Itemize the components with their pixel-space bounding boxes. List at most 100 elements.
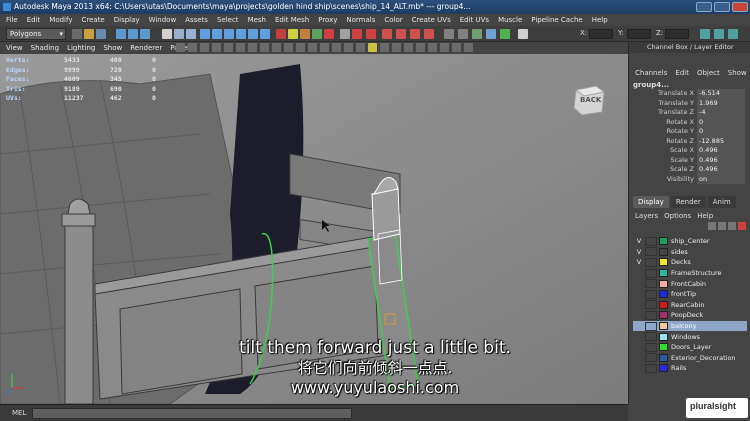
layer-row[interactable]: Doors_Layer bbox=[633, 342, 747, 353]
minimize-button[interactable] bbox=[696, 2, 712, 12]
ipr-render-icon[interactable] bbox=[396, 29, 406, 39]
film-gate-icon[interactable] bbox=[248, 43, 257, 52]
field-chart-icon[interactable] bbox=[284, 43, 293, 52]
z-coordinate-field[interactable] bbox=[665, 29, 689, 39]
tool-settings-toggle-icon[interactable] bbox=[458, 29, 468, 39]
menu-edit-mesh[interactable]: Edit Mesh bbox=[275, 14, 309, 26]
layer-row[interactable]: balcony bbox=[633, 320, 747, 332]
layer-playback-toggle[interactable] bbox=[645, 268, 657, 278]
select-object-icon[interactable] bbox=[128, 29, 138, 39]
layer-row[interactable]: frontTip bbox=[633, 289, 747, 300]
output-ops-icon[interactable] bbox=[352, 29, 362, 39]
layer-row[interactable]: V Decks bbox=[633, 257, 747, 268]
layer-color-swatch[interactable] bbox=[659, 300, 668, 309]
mask-rendering-icon[interactable] bbox=[248, 29, 258, 39]
menu-display[interactable]: Display bbox=[114, 14, 140, 26]
attr-rotate-x[interactable]: Rotate X0 bbox=[629, 117, 750, 127]
layer-menu-options[interactable]: Options bbox=[664, 210, 691, 222]
modeling-toolkit-icon[interactable] bbox=[472, 29, 482, 39]
layer-menu-help[interactable]: Help bbox=[697, 210, 713, 222]
attribute-editor-toggle-icon[interactable] bbox=[444, 29, 454, 39]
menu-create[interactable]: Create bbox=[81, 14, 104, 26]
menu-window[interactable]: Window bbox=[149, 14, 177, 26]
layer-row[interactable]: RearCabin bbox=[633, 300, 747, 311]
motion-blur-icon[interactable] bbox=[404, 43, 413, 52]
layer-color-swatch[interactable] bbox=[659, 322, 668, 331]
select-component-icon[interactable] bbox=[140, 29, 150, 39]
menu-mesh[interactable]: Mesh bbox=[248, 14, 266, 26]
layer-visibility-toggle[interactable]: V bbox=[633, 258, 645, 266]
layer-playback-toggle[interactable] bbox=[645, 257, 657, 267]
layer-color-swatch[interactable] bbox=[659, 258, 668, 267]
open-scene-icon[interactable] bbox=[84, 29, 94, 39]
menu-muscle[interactable]: Muscle bbox=[498, 14, 522, 26]
layer-menu-layers[interactable]: Layers bbox=[635, 210, 658, 222]
layer-row[interactable]: Windows bbox=[633, 331, 747, 342]
tab-anim[interactable]: Anim bbox=[707, 196, 736, 208]
layer-playback-toggle[interactable] bbox=[645, 353, 657, 363]
layer-playback-toggle[interactable] bbox=[645, 236, 657, 246]
resolution-gate-icon[interactable] bbox=[260, 43, 269, 52]
camera-attributes-icon[interactable] bbox=[188, 43, 197, 52]
selected-object-name[interactable]: group4... bbox=[629, 81, 750, 89]
layer-color-swatch[interactable] bbox=[659, 269, 668, 278]
construction-history-icon[interactable] bbox=[366, 29, 376, 39]
menu-modify[interactable]: Modify bbox=[49, 14, 72, 26]
menu-color[interactable]: Color bbox=[384, 14, 402, 26]
layer-color-swatch[interactable] bbox=[659, 247, 668, 256]
attr-scale-y[interactable]: Scale Y 0.496 bbox=[629, 155, 750, 165]
cb-menu-object[interactable]: Object bbox=[697, 67, 720, 79]
layer-playback-toggle[interactable] bbox=[645, 363, 657, 373]
hypershade-icon[interactable] bbox=[424, 29, 434, 39]
show-hide-attribute-editor-icon[interactable] bbox=[700, 29, 710, 39]
move-layer-up-icon[interactable] bbox=[708, 222, 716, 230]
new-scene-icon[interactable] bbox=[72, 29, 82, 39]
layer-row[interactable]: Rails bbox=[633, 363, 747, 374]
menu-edit[interactable]: Edit bbox=[27, 14, 41, 26]
snap-view-plane-icon[interactable] bbox=[312, 29, 322, 39]
menu-normals[interactable]: Normals bbox=[346, 14, 375, 26]
layer-row[interactable]: Vship_Center bbox=[633, 236, 747, 247]
xray-icon[interactable] bbox=[440, 43, 449, 52]
layer-playback-toggle[interactable] bbox=[645, 310, 657, 320]
shadows-icon[interactable] bbox=[380, 43, 389, 52]
menu-file[interactable]: File bbox=[6, 14, 18, 26]
layer-color-swatch[interactable] bbox=[659, 332, 668, 341]
layer-playback-toggle[interactable] bbox=[645, 321, 657, 331]
gate-mask-icon[interactable] bbox=[272, 43, 281, 52]
show-hide-channel-box-icon[interactable] bbox=[728, 29, 738, 39]
attr-translate-x[interactable]: Translate X -6.514 bbox=[629, 89, 750, 99]
mask-deformations-icon[interactable] bbox=[224, 29, 234, 39]
layer-row[interactable]: PoopDeck bbox=[633, 310, 747, 321]
input-ops-icon[interactable] bbox=[340, 29, 350, 39]
new-layer-icon[interactable] bbox=[728, 222, 736, 230]
select-hierarchy-icon[interactable] bbox=[116, 29, 126, 39]
render-current-frame-icon[interactable] bbox=[382, 29, 392, 39]
layer-color-swatch[interactable] bbox=[659, 343, 668, 352]
layer-playback-toggle[interactable] bbox=[645, 332, 657, 342]
layer-row[interactable]: Vsides bbox=[633, 247, 747, 258]
menu-edit-uvs[interactable]: Edit UVs bbox=[460, 14, 489, 26]
attr-scale-z[interactable]: Scale Z 0.496 bbox=[629, 165, 750, 175]
attr-visibility[interactable]: Visibility on bbox=[629, 174, 750, 184]
y-coordinate-field[interactable] bbox=[627, 29, 651, 39]
attr-translate-y[interactable]: Translate Y 1.969 bbox=[629, 98, 750, 108]
isolate-select-icon[interactable] bbox=[428, 43, 437, 52]
layer-color-swatch[interactable] bbox=[659, 237, 668, 246]
menu-set-dropdown[interactable]: Polygons bbox=[6, 28, 66, 40]
cb-menu-edit[interactable]: Edit bbox=[675, 67, 689, 79]
render-settings-icon[interactable] bbox=[410, 29, 420, 39]
bookmarks-icon[interactable] bbox=[200, 43, 209, 52]
layer-color-swatch[interactable] bbox=[659, 279, 668, 288]
use-all-lights-icon[interactable] bbox=[368, 43, 377, 52]
mask-misc-icon[interactable] bbox=[260, 29, 270, 39]
wireframe-on-shaded-icon[interactable] bbox=[344, 43, 353, 52]
panel-menu-shading[interactable]: Shading bbox=[31, 42, 59, 54]
menu-pipeline-cache[interactable]: Pipeline Cache bbox=[531, 14, 582, 26]
menu-assets[interactable]: Assets bbox=[185, 14, 208, 26]
layer-color-swatch[interactable] bbox=[659, 290, 668, 299]
tab-display[interactable]: Display bbox=[633, 196, 669, 208]
snap-curve-icon[interactable] bbox=[288, 29, 298, 39]
menu-help[interactable]: Help bbox=[592, 14, 608, 26]
show-hide-tool-settings-icon[interactable] bbox=[714, 29, 724, 39]
